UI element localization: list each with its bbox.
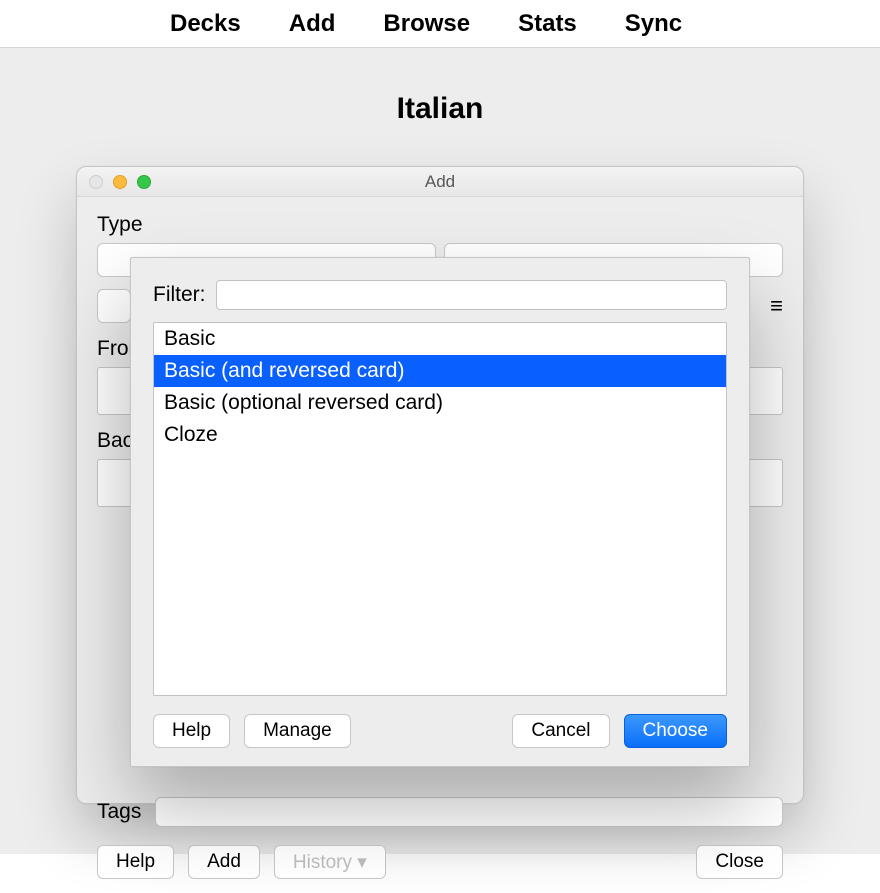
manage-button[interactable]: Manage: [244, 714, 351, 748]
filter-label: Filter:: [153, 283, 206, 307]
close-button[interactable]: Close: [696, 845, 783, 879]
menu-add[interactable]: Add: [289, 10, 336, 38]
cancel-button[interactable]: Cancel: [512, 714, 609, 748]
note-type-chooser: Filter: Basic Basic (and reversed card) …: [130, 257, 750, 767]
list-item[interactable]: Basic (and reversed card): [154, 355, 726, 387]
tags-label: Tags: [97, 800, 141, 824]
fields-button[interactable]: [97, 289, 131, 323]
menu-sync[interactable]: Sync: [625, 10, 682, 38]
hamburger-icon[interactable]: ≡: [770, 293, 783, 319]
help-button[interactable]: Help: [97, 845, 174, 879]
menu-decks[interactable]: Decks: [170, 10, 241, 38]
type-label: Type: [97, 213, 783, 237]
window-title: Add: [77, 172, 803, 192]
list-item[interactable]: Basic (optional reversed card): [154, 387, 726, 419]
deck-title: Italian: [0, 92, 880, 126]
menu-stats[interactable]: Stats: [518, 10, 577, 38]
tags-input[interactable]: [155, 797, 783, 827]
filter-input[interactable]: [216, 280, 728, 310]
note-type-list: Basic Basic (and reversed card) Basic (o…: [153, 322, 727, 696]
history-button[interactable]: History ▾: [274, 845, 386, 879]
add-button[interactable]: Add: [188, 845, 260, 879]
list-item[interactable]: Basic: [154, 323, 726, 355]
choose-button[interactable]: Choose: [624, 714, 728, 748]
chooser-help-button[interactable]: Help: [153, 714, 230, 748]
main-menu: Decks Add Browse Stats Sync: [0, 0, 880, 48]
menu-browse[interactable]: Browse: [383, 10, 470, 38]
list-item[interactable]: Cloze: [154, 419, 726, 451]
titlebar: Add: [77, 167, 803, 197]
main-area: Italian Add Type ≡ Front Back: [0, 48, 880, 854]
